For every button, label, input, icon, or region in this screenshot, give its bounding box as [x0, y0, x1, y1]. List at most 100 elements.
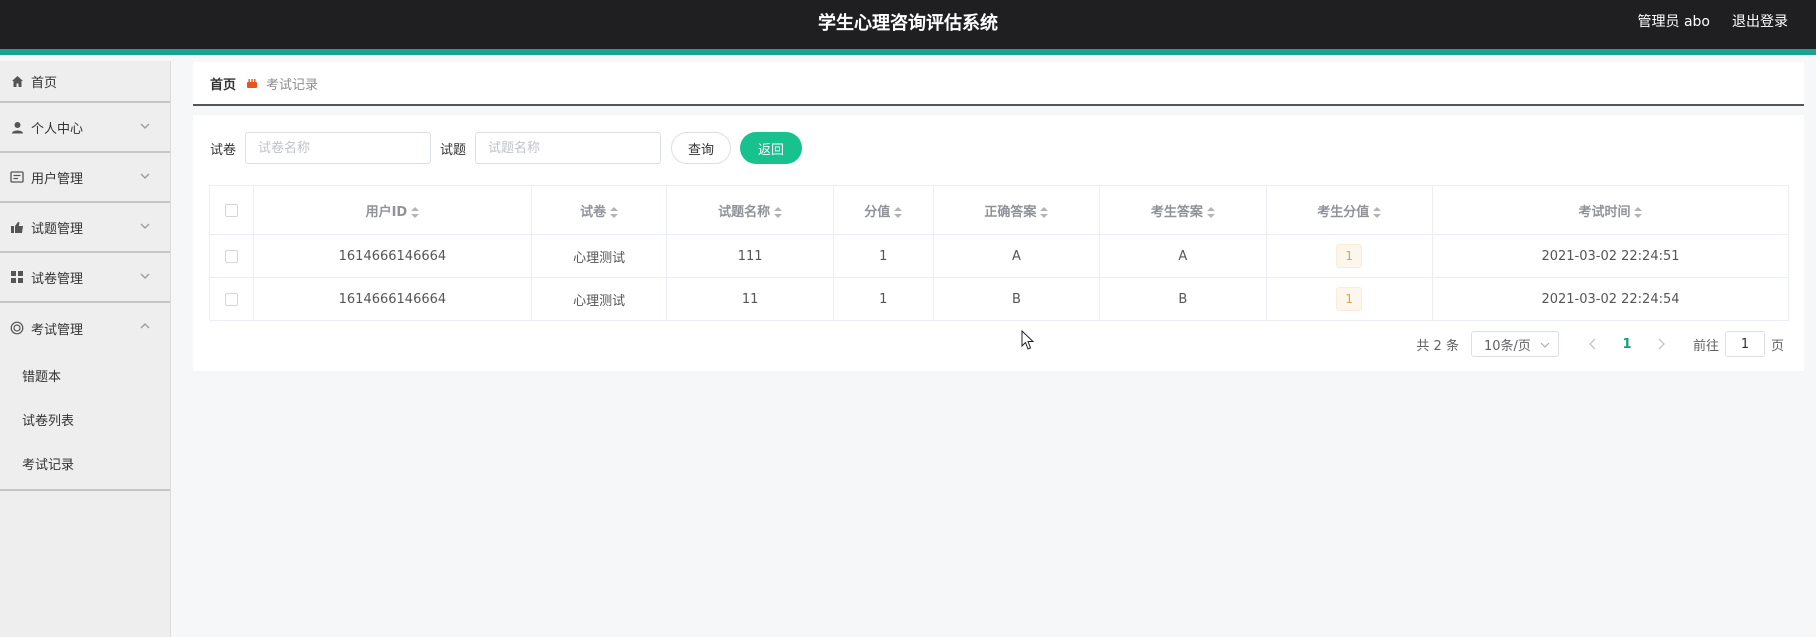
- chevron-right-icon: [1658, 338, 1665, 350]
- submenu-item-paper-list[interactable]: 试卷列表: [0, 397, 170, 441]
- page-size-select[interactable]: 10条/页: [1470, 331, 1559, 357]
- mouse-cursor-icon: [1021, 330, 1035, 350]
- cell-exam-time: 2021-03-02 22:24:54: [1431, 277, 1790, 321]
- exam-submenu: 错题本 试卷列表 考试记录: [0, 353, 170, 491]
- thumb-icon: [9, 219, 25, 235]
- records-panel: 试卷 试题 查询 返回 用户ID 试卷 试题名称 分值 正确答案 考生答案 考生…: [193, 115, 1804, 371]
- sidebar-item-label: 个人中心: [31, 121, 84, 137]
- sort-icon: [610, 206, 619, 218]
- sidebar-item-papers[interactable]: 试卷管理: [0, 253, 170, 303]
- sort-icon: [1206, 206, 1215, 218]
- back-button[interactable]: 返回: [740, 132, 803, 164]
- question-name-input[interactable]: [475, 132, 662, 164]
- cell-score-value: 1: [832, 277, 934, 321]
- select-all-cell: [209, 185, 254, 235]
- sidebar-item-label: 用户管理: [31, 171, 84, 187]
- breadcrumb-home[interactable]: 首页: [210, 74, 236, 93]
- top-bar: 学生心理咨询评估系统 管理员 abo 退出登录: [0, 0, 1816, 55]
- column-header[interactable]: 用户ID: [253, 185, 532, 235]
- user-icon: [9, 119, 25, 135]
- cell-paper: 心理测试: [530, 277, 668, 321]
- page-size-value: 10条/页: [1483, 338, 1531, 354]
- grid-icon: [9, 269, 25, 285]
- score-tag: 1: [1336, 287, 1363, 311]
- cell-user-id: 1614666146664: [253, 234, 532, 278]
- cell-examinee-score: 1: [1265, 234, 1433, 278]
- breadcrumb-current: 考试记录: [266, 77, 319, 93]
- query-button[interactable]: 查询: [671, 132, 732, 164]
- column-header[interactable]: 试卷: [530, 185, 668, 235]
- chevron-up-icon: [140, 323, 150, 329]
- chevron-left-icon: [1589, 338, 1596, 350]
- table-row: 1614666146664 心理测试 11 1 B B 1 2021-03-02…: [209, 277, 1790, 321]
- sidebar-item-home[interactable]: 首页: [0, 61, 170, 103]
- id-card-icon: [9, 169, 25, 185]
- page-number[interactable]: 1: [1607, 337, 1647, 352]
- submenu-item-exam-records[interactable]: 考试记录: [0, 441, 170, 485]
- breadcrumb: 首页 考试记录: [193, 62, 1804, 106]
- sort-icon: [1373, 206, 1382, 218]
- sort-icon: [894, 206, 903, 218]
- column-header[interactable]: 试题名称: [666, 185, 834, 235]
- cell-correct-answer: B: [932, 277, 1101, 321]
- table-row: 1614666146664 心理测试 111 1 A A 1 2021-03-0…: [209, 234, 1790, 278]
- cell-question-name: 111: [666, 234, 834, 278]
- sort-icon: [1040, 206, 1049, 218]
- cell-score-value: 1: [832, 234, 934, 278]
- chevron-down-icon: [140, 173, 150, 179]
- column-header[interactable]: 正确答案: [932, 185, 1101, 235]
- circle-icon: [9, 320, 25, 336]
- top-right-actions: 管理员 abo 退出登录: [1638, 11, 1788, 31]
- sort-icon: [1634, 206, 1643, 218]
- cell-exam-time: 2021-03-02 22:24:51: [1431, 234, 1790, 278]
- table-header-row: 用户ID 试卷 试题名称 分值 正确答案 考生答案 考生分值 考试时间: [209, 185, 1790, 235]
- cell-examinee-score: 1: [1265, 277, 1433, 321]
- records-table: 用户ID 试卷 试题名称 分值 正确答案 考生答案 考生分值 考试时间 1614…: [209, 185, 1790, 321]
- sort-icon: [411, 206, 420, 218]
- search-bar: 试卷 试题 查询 返回: [210, 132, 803, 164]
- goto-page-input[interactable]: [1724, 331, 1765, 357]
- sidebar-item-questions[interactable]: 试题管理: [0, 203, 170, 253]
- cell-question-name: 11: [666, 277, 834, 321]
- sidebar: 首页 个人中心 用户管理 试题管理 试卷管理 考试管理 错题本 试卷列表 考试记…: [0, 61, 171, 637]
- sidebar-item-label: 首页: [31, 75, 58, 91]
- prev-page-button[interactable]: [1579, 331, 1607, 357]
- sidebar-item-profile[interactable]: 个人中心: [0, 103, 170, 153]
- sidebar-item-label: 考试管理: [31, 322, 84, 338]
- row-checkbox[interactable]: [225, 249, 238, 263]
- cake-icon: [247, 79, 258, 88]
- cell-examinee-answer: B: [1099, 277, 1267, 321]
- cell-paper: 心理测试: [530, 234, 668, 278]
- logout-link[interactable]: 退出登录: [1732, 11, 1788, 31]
- chevron-down-icon: [140, 273, 150, 279]
- row-select-cell: [209, 234, 254, 278]
- score-tag: 1: [1336, 244, 1363, 268]
- cell-correct-answer: A: [932, 234, 1101, 278]
- row-select-cell: [209, 277, 254, 321]
- cell-examinee-answer: A: [1099, 234, 1267, 278]
- submenu-item-wrong-book[interactable]: 错题本: [0, 353, 170, 397]
- column-header[interactable]: 分值: [832, 185, 934, 235]
- column-header[interactable]: 考生答案: [1099, 185, 1267, 235]
- sidebar-item-users[interactable]: 用户管理: [0, 153, 170, 203]
- chevron-down-icon: [1540, 342, 1550, 348]
- question-label: 试题: [440, 142, 467, 158]
- current-user: 管理员 abo: [1637, 14, 1710, 30]
- cell-user-id: 1614666146664: [253, 277, 532, 321]
- sidebar-item-label: 试卷管理: [31, 271, 84, 287]
- home-icon: [9, 73, 25, 89]
- page-unit-label: 页: [1770, 338, 1784, 354]
- pagination: 共 2 条 10条/页 1 前往 页: [1416, 331, 1784, 357]
- paper-label: 试卷: [210, 142, 237, 158]
- next-page-button[interactable]: [1647, 331, 1675, 357]
- column-header[interactable]: 考试时间: [1431, 185, 1790, 235]
- sidebar-item-exams[interactable]: 考试管理: [0, 303, 170, 353]
- select-all-checkbox[interactable]: [225, 203, 238, 217]
- main-content: 首页 考试记录 试卷 试题 查询 返回 用户ID 试卷 试题名称 分值 正确答案…: [193, 62, 1804, 371]
- pagination-total: 共 2 条: [1416, 338, 1459, 354]
- sidebar-item-label: 试题管理: [31, 221, 84, 237]
- goto-label: 前往: [1692, 338, 1719, 354]
- paper-name-input[interactable]: [245, 132, 432, 164]
- row-checkbox[interactable]: [225, 292, 238, 306]
- column-header[interactable]: 考生分值: [1265, 185, 1433, 235]
